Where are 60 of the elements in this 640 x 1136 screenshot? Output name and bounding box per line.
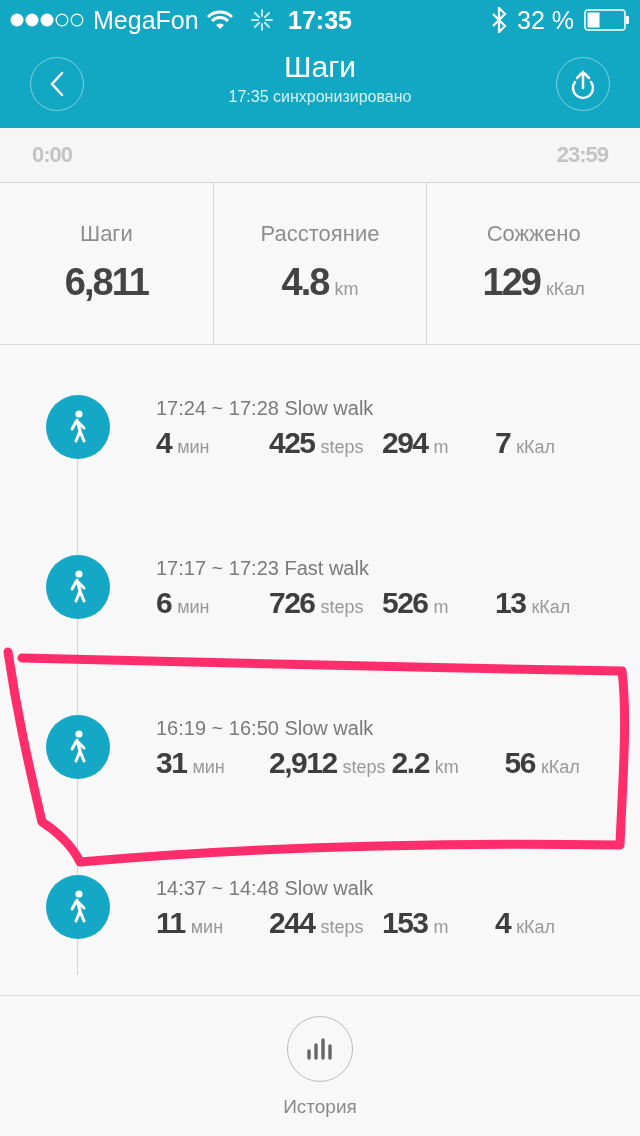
metric-unit: мин [177,597,210,618]
metric-unit: мин [177,437,210,458]
bluetooth-icon [491,7,507,33]
stat-value: 4.8 [281,261,329,304]
metric-value: 4 [495,906,511,940]
metric-value: 294 [382,426,428,460]
history-label: История [283,1096,357,1118]
metric-unit: steps [342,757,386,778]
battery-icon [584,9,630,31]
metric-unit: km [434,757,459,778]
spinner-icon [250,9,273,31]
metric-value: 153 [382,906,428,940]
metric-value: 7 [495,426,511,460]
walking-icon [46,875,110,939]
metric-value: 244 [269,906,315,940]
bar-chart-icon [306,1037,334,1061]
stat-unit: кКал [545,279,585,300]
metric-value: 2.2 [391,746,429,780]
metric-unit: m [433,437,449,458]
walking-icon [46,395,110,459]
stat-unit: km [334,279,359,300]
stat-label: Сожжено [486,221,581,247]
metric-value: 6 [156,586,172,620]
metric-unit: мин [190,917,224,938]
metric-value: 31 [156,746,187,780]
metric-unit: кКал [531,597,571,618]
metric-unit: m [433,917,449,938]
battery-percent: 32 % [517,5,574,35]
metric-unit: мин [192,757,225,778]
metric-unit: кКал [516,437,556,458]
walking-icon [46,555,110,619]
walking-icon [46,715,110,779]
metric-unit: кКал [541,757,580,778]
wifi-icon [206,10,233,30]
metric-unit: m [433,597,449,618]
metric-value: 2,912 [269,746,337,780]
metric-unit: steps [320,597,364,618]
metric-value: 11 [156,906,185,940]
metric-unit: steps [320,917,364,938]
activity-title: 16:19 ~ 16:50 Slow walk [156,717,375,740]
metric-value: 13 [495,586,526,620]
metric-value: 4 [156,426,172,460]
signal-icon [10,12,85,28]
activity-title: 17:17 ~ 17:23 Fast walk [156,557,370,580]
carrier-name: MegaFon [93,5,199,35]
stat-label: Расстояние [260,221,380,247]
stat-value: 129 [482,261,540,304]
metric-unit: steps [320,437,364,458]
stat-label: Шаги [79,221,133,247]
screen-title: Шаги [284,50,356,84]
stat-value: 6,811 [64,261,148,304]
activity-title: 17:24 ~ 17:28 Slow walk [156,397,375,420]
metric-value: 726 [269,586,315,620]
activity-title: 14:37 ~ 14:48 Slow walk [156,877,375,900]
sync-status: 17:35 синхронизировано [228,88,412,106]
metric-value: 425 [269,426,315,460]
metric-unit: кКал [516,917,556,938]
metric-value: 56 [504,746,535,780]
metric-value: 526 [382,586,428,620]
clock-time: 17:35 [288,5,352,34]
